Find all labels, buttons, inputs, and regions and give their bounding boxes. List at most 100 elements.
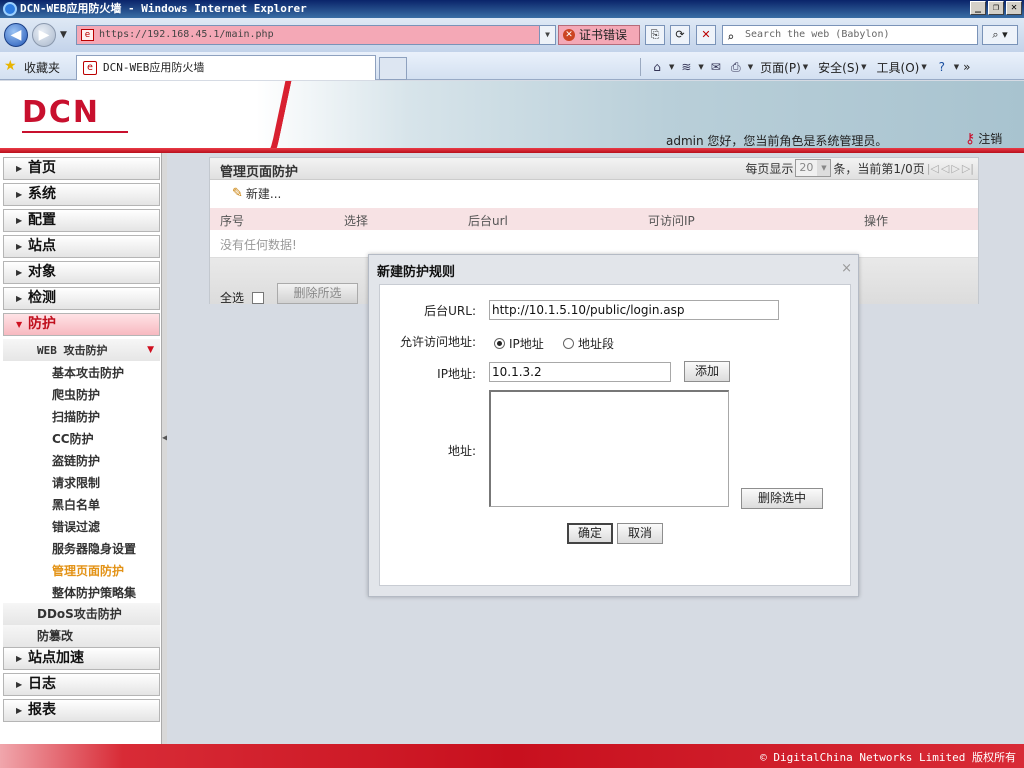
radio-address-range[interactable]: 地址段 bbox=[563, 335, 614, 352]
sidebar-group-web-attack[interactable]: WEB 攻击防护 ▼ bbox=[3, 339, 160, 361]
print-icon[interactable]: ⎙ bbox=[728, 59, 744, 75]
sidebar-item-object[interactable]: ▶ 对象 bbox=[3, 261, 160, 284]
stop-icon: ✕ bbox=[701, 28, 711, 41]
triangle-right-icon: ▶ bbox=[16, 680, 23, 689]
tools-menu[interactable]: 工具(O) ▼ bbox=[874, 59, 930, 76]
sidebar-item-detect[interactable]: ▶ 检测 bbox=[3, 287, 160, 310]
new-tab-button[interactable] bbox=[379, 57, 407, 80]
maximize-button[interactable]: ❐ bbox=[988, 1, 1004, 15]
page-menu[interactable]: 页面(P) ▼ bbox=[757, 59, 811, 76]
sidebar-item-home[interactable]: ▶ 首页 bbox=[3, 157, 160, 180]
stop-button[interactable]: ✕ bbox=[696, 25, 716, 45]
close-icon[interactable]: × bbox=[841, 261, 852, 276]
edit-icon: ✎ bbox=[232, 186, 243, 201]
per-page-select[interactable]: 20 ▼ bbox=[795, 159, 832, 177]
search-input[interactable]: ⌕ Search the web (Babylon) bbox=[722, 25, 978, 45]
page-status: 条，当前第1/0页 bbox=[833, 161, 925, 176]
sidebar-sub-error-filter[interactable]: 错误过滤 bbox=[52, 518, 100, 535]
pager: 每页显示 20 ▼ 条，当前第1/0页 |◁ ◁ ▷ ▷| bbox=[745, 159, 974, 177]
compat-icon: ⎘ bbox=[650, 28, 660, 41]
more-commands-button[interactable]: » bbox=[963, 60, 970, 74]
sidebar-sub-cc[interactable]: CC防护 bbox=[52, 430, 94, 447]
cancel-button[interactable]: 取消 bbox=[617, 523, 663, 544]
sidebar: ▶ 首页 ▶ 系统 ▶ 配置 ▶ 站点 ▶ 对象 ▶ 检测 ▼ 防护 WEB 攻击防护 ▼ 基… bbox=[0, 153, 166, 744]
certificate-error-label: 证书错误 bbox=[579, 28, 628, 42]
help-icon[interactable]: ? bbox=[934, 59, 950, 75]
select-all-label: 全选 bbox=[220, 291, 245, 305]
sidebar-sub-scan[interactable]: 扫描防护 bbox=[52, 408, 100, 425]
sidebar-item-acceleration[interactable]: ▶ 站点加速 bbox=[3, 647, 160, 670]
sidebar-item-system[interactable]: ▶ 系统 bbox=[3, 183, 160, 206]
sidebar-item-config[interactable]: ▶ 配置 bbox=[3, 209, 160, 232]
table-header: 序号 选择 后台url 可访问IP 操作 bbox=[210, 208, 978, 230]
sidebar-sub-policy-set[interactable]: 整体防护策略集 bbox=[52, 584, 136, 601]
delete-selected-address-button[interactable]: 删除选中 bbox=[741, 488, 823, 509]
sidebar-sub-crawler[interactable]: 爬虫防护 bbox=[52, 386, 100, 403]
sidebar-sub-admin-page[interactable]: 管理页面防护 bbox=[52, 562, 124, 579]
history-dropdown-icon[interactable]: ▼ bbox=[60, 30, 67, 40]
sidebar-group-ddos[interactable]: DDoS攻击防护 bbox=[3, 603, 160, 625]
window-controls: _ ❐ ✕ bbox=[970, 1, 1022, 15]
next-page-icon[interactable]: ▷ bbox=[951, 162, 959, 175]
column-header: 序号 bbox=[220, 214, 245, 228]
page-icon: e bbox=[81, 29, 94, 41]
radio-unchecked-icon bbox=[563, 338, 574, 349]
key-icon: ⚷ bbox=[965, 130, 976, 147]
sidebar-item-report[interactable]: ▶ 报表 bbox=[3, 699, 160, 722]
sidebar-sub-request-limit[interactable]: 请求限制 bbox=[52, 474, 100, 491]
address-dropdown-icon[interactable]: ▼ bbox=[539, 26, 555, 44]
sidebar-item-site[interactable]: ▶ 站点 bbox=[3, 235, 160, 258]
new-button[interactable]: ✎ 新建... bbox=[232, 185, 281, 202]
favorites-button[interactable]: 收藏夹 bbox=[24, 59, 60, 76]
ok-button[interactable]: 确定 bbox=[567, 523, 613, 544]
add-button[interactable]: 添加 bbox=[684, 361, 730, 382]
panel-header: 管理页面防护 每页显示 20 ▼ 条，当前第1/0页 |◁ ◁ ▷ ▷| bbox=[210, 158, 978, 180]
close-window-button[interactable]: ✕ bbox=[1006, 1, 1022, 15]
tab-dcn-waf[interactable]: e DCN-WEB应用防火墙 bbox=[76, 55, 376, 80]
sidebar-sub-hotlink[interactable]: 盗链防护 bbox=[52, 452, 100, 469]
address-toolbar: ◀ ▶ ▼ e https://192.168.45.1/main.php ▼ … bbox=[0, 18, 1024, 52]
tab-page-icon: e bbox=[83, 61, 97, 75]
minimize-button[interactable]: _ bbox=[970, 1, 986, 15]
sidebar-sub-blackwhite[interactable]: 黑白名单 bbox=[52, 496, 100, 513]
prev-page-icon[interactable]: ◁ bbox=[941, 162, 949, 175]
shield-error-icon: ✕ bbox=[563, 29, 575, 41]
tab-title: DCN-WEB应用防火墙 bbox=[103, 61, 205, 74]
back-button[interactable]: ◀ bbox=[4, 23, 28, 47]
home-icon[interactable]: ⌂ bbox=[649, 59, 665, 75]
logout-link[interactable]: ⚷ 注销 bbox=[965, 130, 1002, 147]
backend-url-input[interactable]: http://10.1.5.10/public/login.asp bbox=[489, 300, 779, 320]
sidebar-item-protect[interactable]: ▼ 防护 bbox=[3, 313, 160, 336]
triangle-down-icon: ▼ bbox=[147, 345, 154, 355]
sidebar-group-anti-tamper[interactable]: 防篡改 bbox=[3, 625, 160, 647]
select-all-checkbox[interactable] bbox=[252, 291, 265, 304]
safety-menu[interactable]: 安全(S) ▼ bbox=[815, 59, 869, 76]
address-list[interactable] bbox=[489, 390, 729, 507]
copyright: © DigitalChina Networks Limited 版权所有 bbox=[760, 751, 1016, 764]
last-page-icon[interactable]: ▷| bbox=[962, 162, 974, 175]
certificate-error-button[interactable]: ✕ 证书错误 bbox=[558, 25, 640, 45]
refresh-button[interactable]: ⟳ bbox=[670, 25, 690, 45]
mail-icon[interactable]: ✉ bbox=[708, 59, 724, 75]
address-input[interactable]: e https://192.168.45.1/main.php ▼ bbox=[76, 25, 556, 45]
feeds-icon[interactable]: ≋ bbox=[678, 59, 694, 75]
forward-button[interactable]: ▶ bbox=[32, 23, 56, 47]
radio-ip-address[interactable]: IP地址 bbox=[494, 335, 544, 352]
select-all[interactable]: 全选 bbox=[220, 289, 265, 306]
window-titlebar: DCN-WEB应用防火墙 - Windows Internet Explorer… bbox=[0, 0, 1024, 18]
sidebar-sub-basic-attack[interactable]: 基本攻击防护 bbox=[52, 364, 124, 381]
ip-address-input[interactable]: 10.1.3.2 bbox=[489, 362, 671, 382]
triangle-right-icon: ▶ bbox=[16, 268, 23, 277]
column-header: 选择 bbox=[344, 214, 369, 228]
first-page-icon[interactable]: |◁ bbox=[927, 162, 939, 175]
sidebar-sub-server-stealth[interactable]: 服务器隐身设置 bbox=[52, 540, 136, 557]
sidebar-item-log[interactable]: ▶ 日志 bbox=[3, 673, 160, 696]
dialog-body: 后台URL: http://10.1.5.10/public/login.asp… bbox=[379, 284, 851, 586]
triangle-right-icon: ▶ bbox=[16, 216, 23, 225]
search-button[interactable]: ⌕ ▾ bbox=[982, 25, 1018, 45]
compatibility-view-button[interactable]: ⎘ bbox=[645, 25, 665, 45]
favorites-star-icon[interactable]: ★ bbox=[4, 58, 17, 74]
delete-selected-button[interactable]: 删除所选 bbox=[277, 283, 358, 304]
column-header: 操作 bbox=[864, 214, 889, 228]
ie-logo-icon bbox=[3, 2, 17, 16]
